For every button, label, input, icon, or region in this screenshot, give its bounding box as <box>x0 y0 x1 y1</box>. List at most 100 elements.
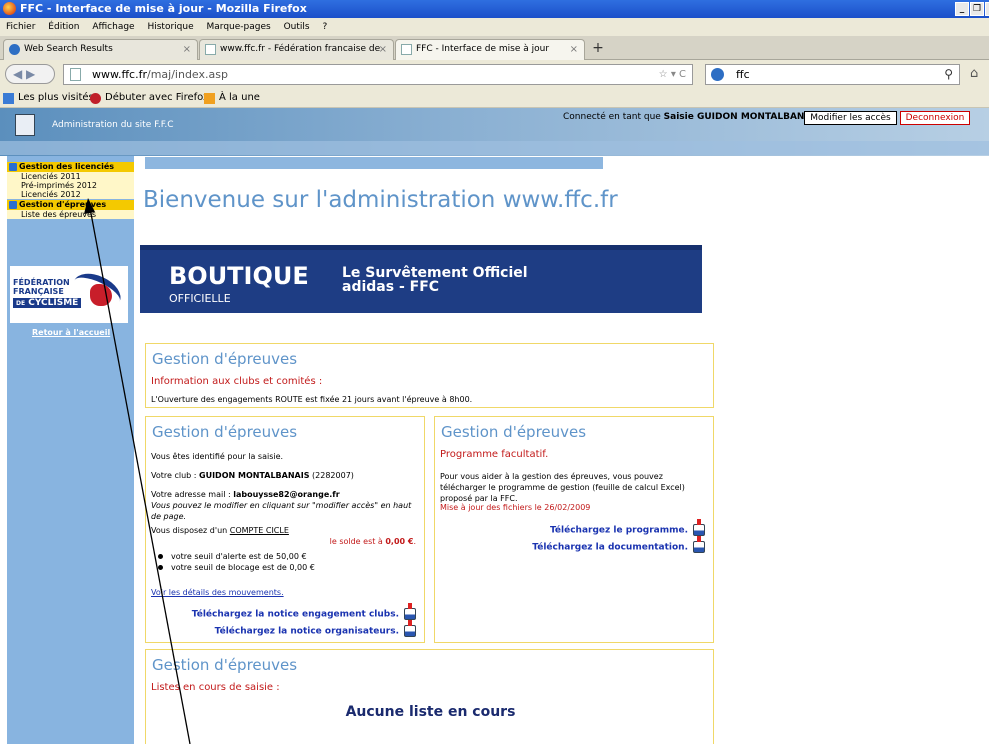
menu-edition[interactable]: Édition <box>48 22 79 32</box>
club-name: GUIDON MONTALBANAIS <box>199 471 310 480</box>
menu-historique[interactable]: Historique <box>147 22 193 32</box>
download-label: Téléchargez la notice organisateurs. <box>214 626 399 637</box>
url-buttons[interactable]: ☆ ▾ C <box>659 65 686 84</box>
page-icon <box>401 44 412 55</box>
panel-title: Gestion d'épreuves <box>152 350 298 368</box>
tab-close-icon[interactable]: × <box>570 40 578 59</box>
boutique-banner[interactable]: BOUTIQUE OFFICIELLE Le Survêtement Offic… <box>140 245 702 313</box>
sidebar-section-label: Gestion des licenciés <box>19 162 115 171</box>
lists-subtitle: Listes en cours de saisie : <box>151 682 280 693</box>
bookmarks-bar: Les plus visités Débuter avec Firefox À … <box>0 88 989 108</box>
tab-close-icon[interactable]: × <box>183 40 191 59</box>
new-tab-button[interactable]: + <box>588 41 608 58</box>
search-value: ffc <box>736 68 750 81</box>
expand-icon <box>9 163 17 171</box>
window-title: FFC - Interface de mise à jour - Mozilla… <box>20 2 307 15</box>
back-home-link[interactable]: Retour à l'accueil <box>32 328 110 337</box>
bookmark-getting-started[interactable]: Débuter avec Firefox <box>90 88 209 108</box>
home-icon[interactable]: ⌂ <box>970 66 978 81</box>
connected-prefix: Connecté en tant que <box>563 112 664 122</box>
panel-account: Gestion d'épreuves Vous êtes identifié p… <box>145 416 425 643</box>
menu-bar: Fichier Édition Affichage Historique Mar… <box>0 18 989 36</box>
menu-outils[interactable]: Outils <box>284 22 310 32</box>
url-bar[interactable]: www.ffc.fr/maj/index.asp ☆ ▾ C <box>63 64 693 85</box>
sidebar-section-epreuves[interactable]: Gestion d'épreuves <box>7 200 134 210</box>
menu-fichier[interactable]: Fichier <box>6 22 35 32</box>
download-documentation-link[interactable]: Téléchargez la documentation. <box>532 536 705 553</box>
connected-text: Connecté en tant que Saisie GUIDON MONTA… <box>563 112 821 122</box>
download-icon <box>404 620 416 637</box>
back-forward-buttons[interactable]: ◀ ▶ <box>5 64 55 84</box>
sidebar-item-liste-epreuves[interactable]: Liste des épreuves <box>7 210 134 219</box>
tab-ffc-admin[interactable]: FFC - Interface de mise à jour × <box>395 39 585 60</box>
logo-line-2: FRANÇAISE <box>13 287 64 296</box>
menu-help[interactable]: ? <box>322 22 327 32</box>
bookmark-label: Débuter avec Firefox <box>105 92 209 103</box>
search-icon[interactable]: ⚲ <box>944 65 953 84</box>
sidebar-item-preimprimes-2012[interactable]: Pré-imprimés 2012 <box>7 181 134 190</box>
panel-title: Gestion d'épreuves <box>152 656 298 674</box>
logo-line-1: FÉDÉRATION <box>13 278 70 287</box>
compte-prefix: Vous disposez d'un <box>151 526 230 535</box>
close-button[interactable]: x <box>985 2 989 16</box>
panel-info: Gestion d'épreuves Information aux clubs… <box>145 343 714 408</box>
mail-text: Votre adresse mail : labouysse82@orange.… <box>151 489 419 522</box>
bookmark-headlines[interactable]: À la une <box>204 88 260 108</box>
sidebar-item-licencies-2011[interactable]: Licenciés 2011 <box>7 172 134 181</box>
download-label: Téléchargez la documentation. <box>532 542 688 553</box>
sidebar-item-licencies-2012[interactable]: Licenciés 2012 <box>7 190 134 199</box>
logout-button[interactable]: Deconnexion <box>900 111 970 125</box>
banner-subtitle: OFFICIELLE <box>169 292 231 305</box>
download-notice-clubs-link[interactable]: Téléchargez la notice engagement clubs. <box>191 603 416 620</box>
update-date: Mise à jour des fichiers le 26/02/2009 <box>440 503 591 512</box>
search-engine-icon[interactable] <box>711 68 724 81</box>
tab-ffc-home[interactable]: www.ffc.fr - Fédération francaise de cyc… <box>199 39 394 73</box>
download-notice-organizers-link[interactable]: Téléchargez la notice organisateurs. <box>214 620 416 637</box>
web-page: Administration du site F.F.C Connecté en… <box>0 108 989 744</box>
panel-title: Gestion d'épreuves <box>441 423 587 441</box>
header-bar-decoration <box>145 157 603 169</box>
tab-bar: Web Search Results × www.ffc.fr - Fédéra… <box>0 36 989 73</box>
connected-user: Saisie GUIDON MONTALBANAIS <box>663 112 822 122</box>
search-bar[interactable]: ffc ⚲ <box>705 64 960 85</box>
download-label: Téléchargez le programme. <box>549 525 688 536</box>
expand-icon <box>9 201 17 209</box>
sidebar-section-licencies[interactable]: Gestion des licenciés <box>7 162 134 172</box>
movements-details-link[interactable]: Voir les détails des mouvements. <box>151 587 284 598</box>
logo-line-3: DE CYCLISME <box>13 298 82 308</box>
threshold-block: votre seuil de blocage est de 0,00 € <box>151 562 315 573</box>
welcome-title: Bienvenue sur l'administration www.ffc.f… <box>143 187 618 213</box>
logo-text: FÉDÉRATION FRANÇAISE <box>13 278 70 296</box>
page-icon <box>70 68 81 81</box>
url-path: /maj/index.asp <box>147 68 228 81</box>
search-engine-icon <box>9 44 20 55</box>
panel-title: Gestion d'épreuves <box>152 423 298 441</box>
compte-text: Vous disposez d'un COMPTE CICLE <box>151 525 289 536</box>
menu-marque-pages[interactable]: Marque-pages <box>207 22 271 32</box>
program-subtitle: Programme facultatif. <box>440 449 549 460</box>
banner-title: BOUTIQUE <box>169 262 309 290</box>
firefox-icon <box>3 2 16 15</box>
tab-web-search[interactable]: Web Search Results × <box>3 39 198 60</box>
banner-right-text: Le Survêtement Officiel adidas - FFC <box>342 266 528 294</box>
solde-text: le solde est à 0,00 €. <box>329 537 416 546</box>
mail-prefix: Votre adresse mail : <box>151 490 234 499</box>
mail-address: labouysse82@orange.fr <box>233 490 340 499</box>
menu-affichage[interactable]: Affichage <box>92 22 134 32</box>
bookmark-most-visited[interactable]: Les plus visités <box>3 88 94 108</box>
logo-cyclist-icon <box>90 284 112 306</box>
download-program-link[interactable]: Téléchargez le programme. <box>549 519 705 536</box>
download-label: Téléchargez la notice engagement clubs. <box>191 609 399 620</box>
download-icon <box>404 603 416 620</box>
sidebar: Gestion des licenciés Licenciés 2011 Pré… <box>7 156 134 744</box>
tab-label: FFC - Interface de mise à jour <box>416 44 550 54</box>
navigation-bar: ◀ ▶ www.ffc.fr/maj/index.asp ☆ ▾ C ffc ⚲… <box>0 60 989 88</box>
window-title-bar: FFC - Interface de mise à jour - Mozilla… <box>0 0 989 18</box>
maximize-button[interactable]: ❐ <box>970 2 984 16</box>
modify-access-button[interactable]: Modifier les accès <box>804 111 897 125</box>
tab-close-icon[interactable]: × <box>379 40 387 59</box>
panel-program: Gestion d'épreuves Programme facultatif.… <box>434 416 714 643</box>
club-prefix: Votre club : <box>151 471 200 480</box>
minimize-button[interactable]: _ <box>955 2 969 16</box>
threshold-alert: votre seuil d'alerte est de 50,00 € <box>151 551 315 562</box>
